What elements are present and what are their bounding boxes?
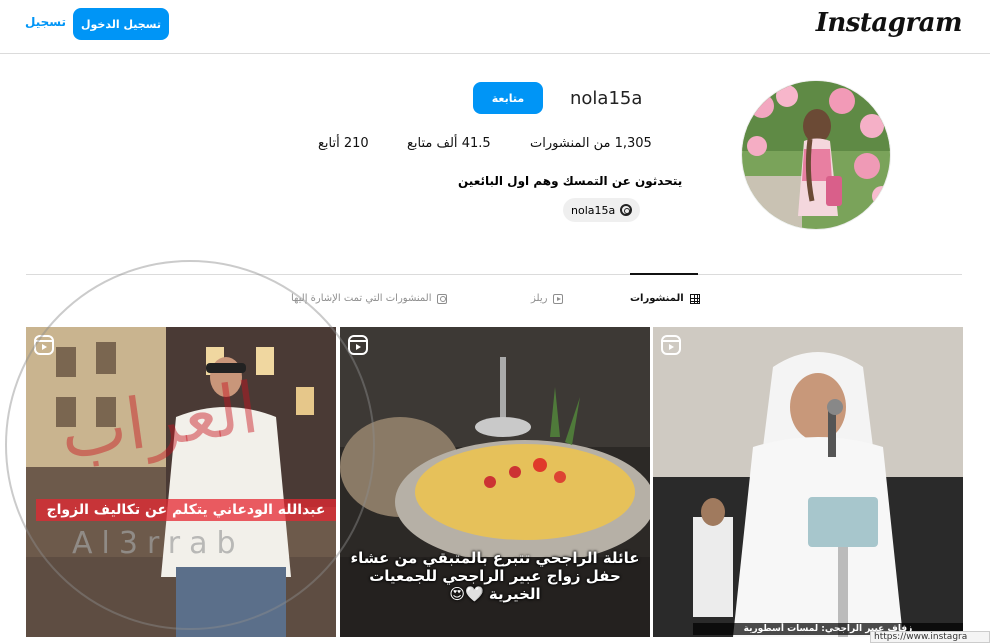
post-caption: عائلة الراجحي تتبرع بالمتبقي من عشاء حفل… — [350, 549, 640, 603]
reel-icon — [348, 335, 368, 355]
top-navigation-bar: تسجيل تسجيل الدخول Instagram — [0, 0, 990, 54]
tab-tagged-label: المنشورات التي تمت الإشارة إليها — [291, 293, 432, 304]
grid-icon — [689, 293, 700, 304]
tab-reels-label: ريلز — [531, 293, 548, 304]
reel-icon — [34, 335, 54, 355]
threads-icon — [620, 204, 633, 216]
post-caption: عبدالله الودعاني يتكلم عن تكاليف الزواج — [36, 499, 336, 521]
tabs-divider — [26, 274, 962, 275]
followers-count[interactable]: 41.5 ألف متابع — [407, 136, 491, 151]
following-count[interactable]: 210 أتابع — [318, 136, 369, 151]
tab-posts-label: المنشورات — [630, 293, 684, 304]
threads-handle: nola15a — [571, 203, 616, 217]
reels-icon — [553, 293, 564, 304]
signup-link[interactable]: تسجيل — [25, 15, 66, 29]
reel-icon — [661, 335, 681, 355]
posts-count: 1,305 من المنشورات — [530, 136, 652, 151]
post-thumbnail[interactable]: زفاف عبير الراجحي: لمسات أسطورية — [653, 327, 963, 637]
follow-button[interactable]: متابعة — [473, 82, 543, 114]
tab-posts[interactable]: المنشورات — [630, 293, 700, 304]
profile-avatar[interactable] — [741, 80, 891, 230]
browser-status-url: https://www.instagra — [870, 631, 990, 643]
profile-username: nola15a — [570, 88, 643, 109]
login-button[interactable]: تسجيل الدخول — [73, 8, 169, 40]
profile-bio: يتحدثون عن التمسك وهم اول البائعين — [458, 174, 683, 188]
instagram-logo[interactable]: Instagram — [816, 8, 963, 38]
threads-link[interactable]: nola15a — [563, 198, 641, 222]
post-thumbnail[interactable]: عبدالله الودعاني يتكلم عن تكاليف الزواج — [26, 327, 336, 637]
tab-reels[interactable]: ريلز — [531, 293, 564, 304]
post-thumbnail[interactable]: عائلة الراجحي تتبرع بالمتبقي من عشاء حفل… — [340, 327, 650, 637]
tab-tagged[interactable]: المنشورات التي تمت الإشارة إليها — [291, 293, 448, 304]
tagged-icon — [437, 293, 448, 304]
active-tab-indicator — [630, 273, 698, 275]
